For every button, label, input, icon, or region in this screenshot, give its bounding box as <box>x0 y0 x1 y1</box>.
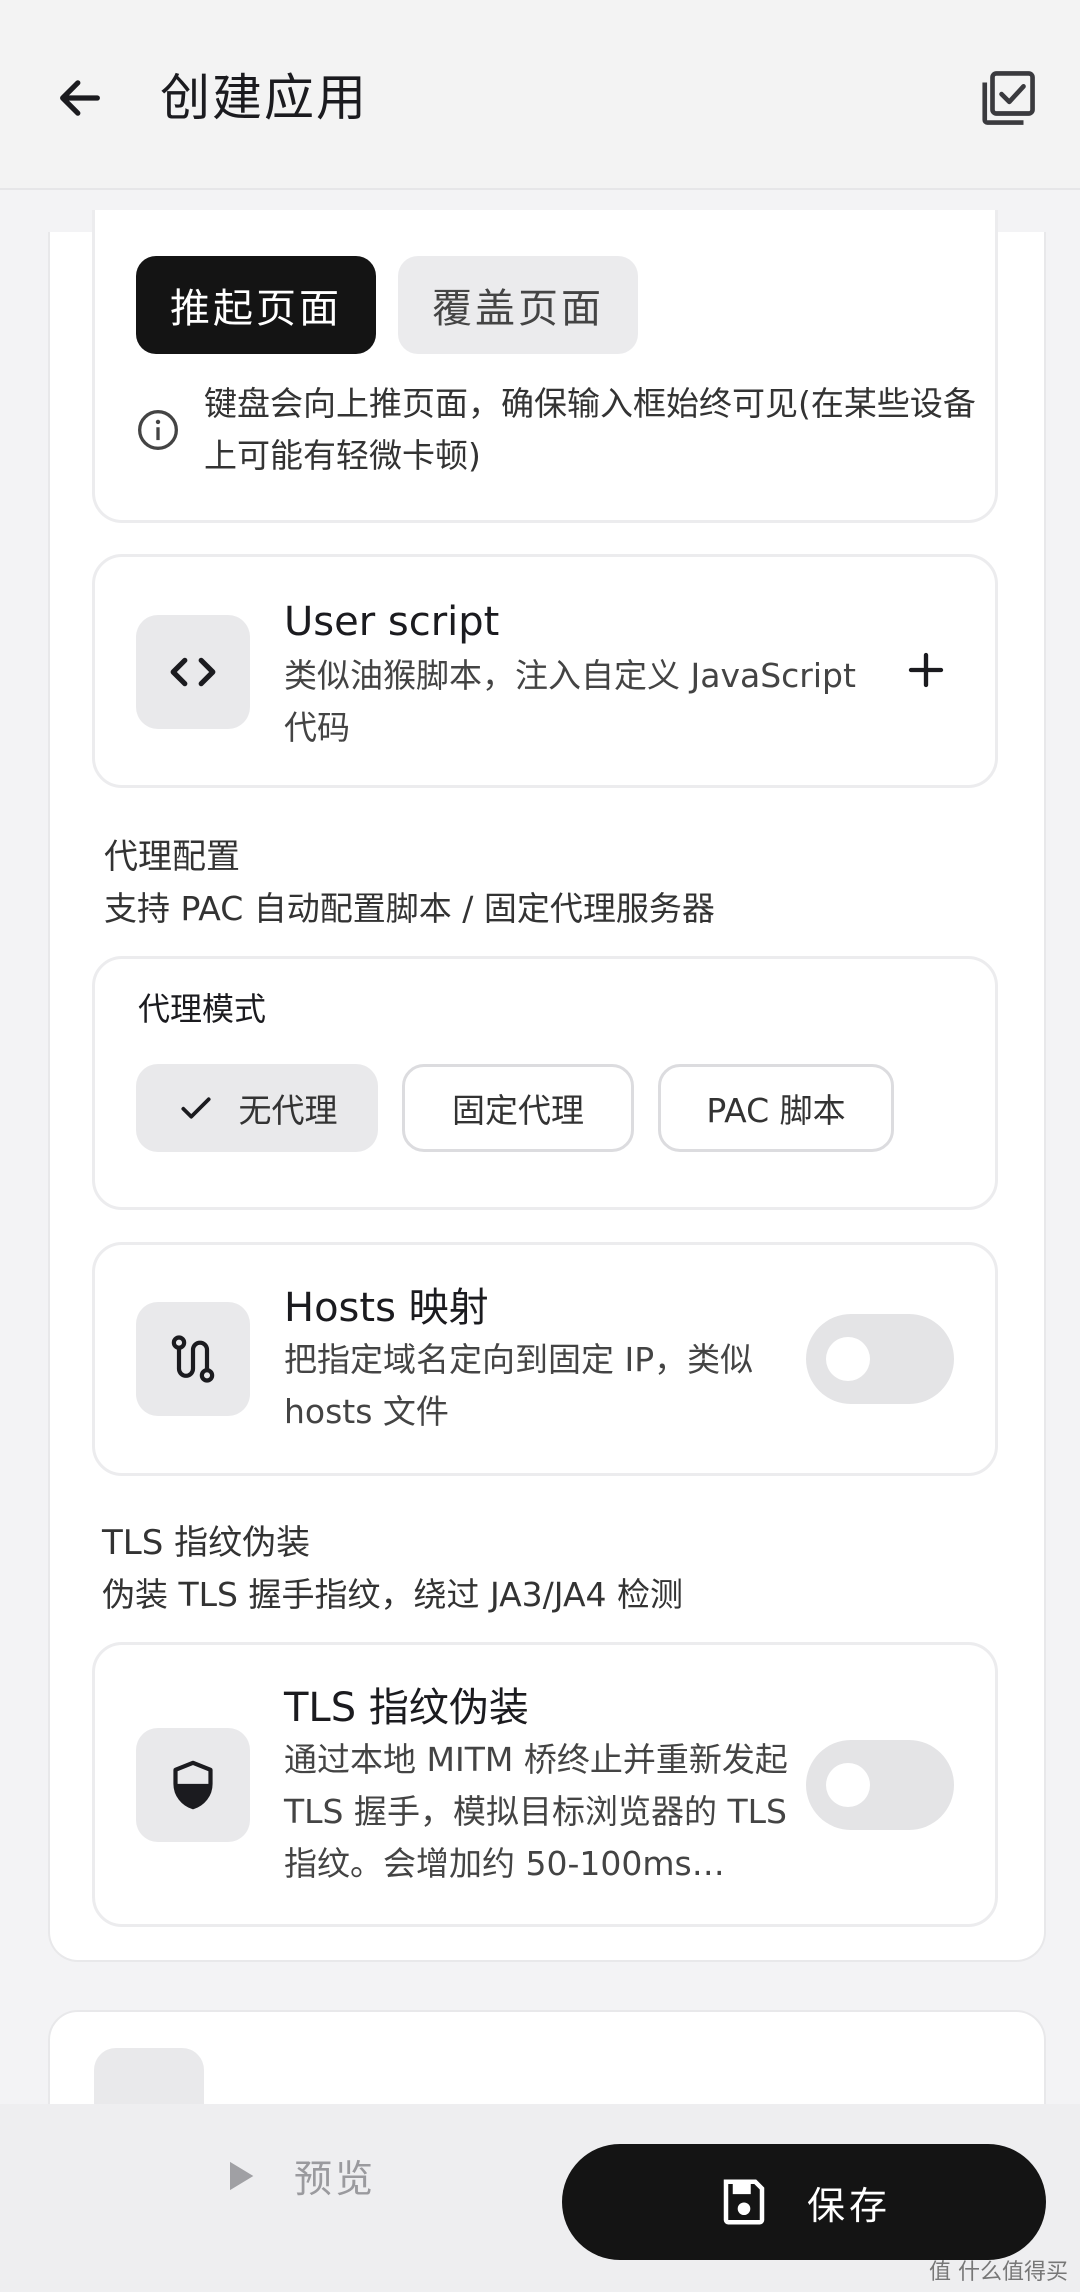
proxy-mode-label: 代理模式 <box>138 990 267 1028</box>
proxy-option-pac[interactable]: PAC 脚本 <box>658 1064 894 1152</box>
check-icon <box>180 1097 211 1119</box>
info-icon <box>136 408 180 456</box>
watermark: 值 什么值得买 <box>929 2260 1068 2285</box>
cover-page-button[interactable]: 覆盖页面 <box>398 256 638 354</box>
tls-section-desc: 伪装 TLS 握手指纹，绕过 JA3/JA4 检测 <box>102 1575 684 1614</box>
arrow-left-icon <box>60 80 100 116</box>
add-user-script-button[interactable] <box>896 640 956 700</box>
checklist-button[interactable] <box>970 60 1046 136</box>
hosts-toggle[interactable] <box>806 1314 954 1404</box>
page-title: 创建应用 <box>160 69 368 127</box>
user-script-desc: 类似油猴脚本，注入自定义 JavaScript 代码 <box>284 656 856 747</box>
proxy-section-title: 代理配置 <box>104 837 240 877</box>
push-page-button[interactable]: 推起页面 <box>136 256 376 354</box>
play-icon <box>230 2161 254 2190</box>
preview-button[interactable]: 预览 <box>220 2148 376 2203</box>
tls-section-title: TLS 指纹伪装 <box>102 1523 311 1563</box>
route-icon <box>171 1335 215 1383</box>
tls-toggle[interactable] <box>806 1740 954 1830</box>
back-button[interactable] <box>44 62 116 134</box>
plus-icon <box>908 652 944 688</box>
floppy-disk-icon <box>723 2179 765 2225</box>
proxy-option-none[interactable]: 无代理 <box>136 1064 378 1152</box>
app-bar: 创建应用 <box>0 0 1080 190</box>
save-button[interactable]: 保存 <box>562 2144 1046 2260</box>
user-script-title: User script <box>284 599 500 645</box>
preview-label: 预览 <box>294 2157 377 2201</box>
hosts-title: Hosts 映射 <box>284 1285 489 1331</box>
keyboard-info-text: 键盘会向上推页面，确保输入框始终可见(在某些设备上可能有轻微卡顿) <box>204 384 976 475</box>
shield-icon <box>173 1760 213 1810</box>
shield-icon-box <box>136 1728 250 1842</box>
next-section-icon <box>94 2048 204 2108</box>
code-icon <box>170 657 216 687</box>
toggle-knob <box>826 1763 870 1807</box>
tls-desc: 通过本地 MITM 桥终止并重新发起 TLS 握手，模拟目标浏览器的 TLS 指… <box>284 1740 788 1883</box>
save-label: 保存 <box>806 2183 891 2228</box>
proxy-option-none-label: 无代理 <box>238 1091 338 1130</box>
tls-title: TLS 指纹伪装 <box>284 1685 529 1731</box>
bottom-action-bar: 预览 保存 值 什么值得买 <box>0 2104 1080 2292</box>
route-icon-box <box>136 1302 250 1416</box>
checklist-icon <box>982 71 1035 125</box>
toggle-knob <box>826 1337 870 1381</box>
hosts-desc: 把指定域名定向到固定 IP，类似 hosts 文件 <box>284 1340 754 1431</box>
code-icon-box <box>136 615 250 729</box>
proxy-section-desc: 支持 PAC 自动配置脚本 / 固定代理服务器 <box>104 889 715 928</box>
proxy-option-fixed[interactable]: 固定代理 <box>402 1064 634 1152</box>
